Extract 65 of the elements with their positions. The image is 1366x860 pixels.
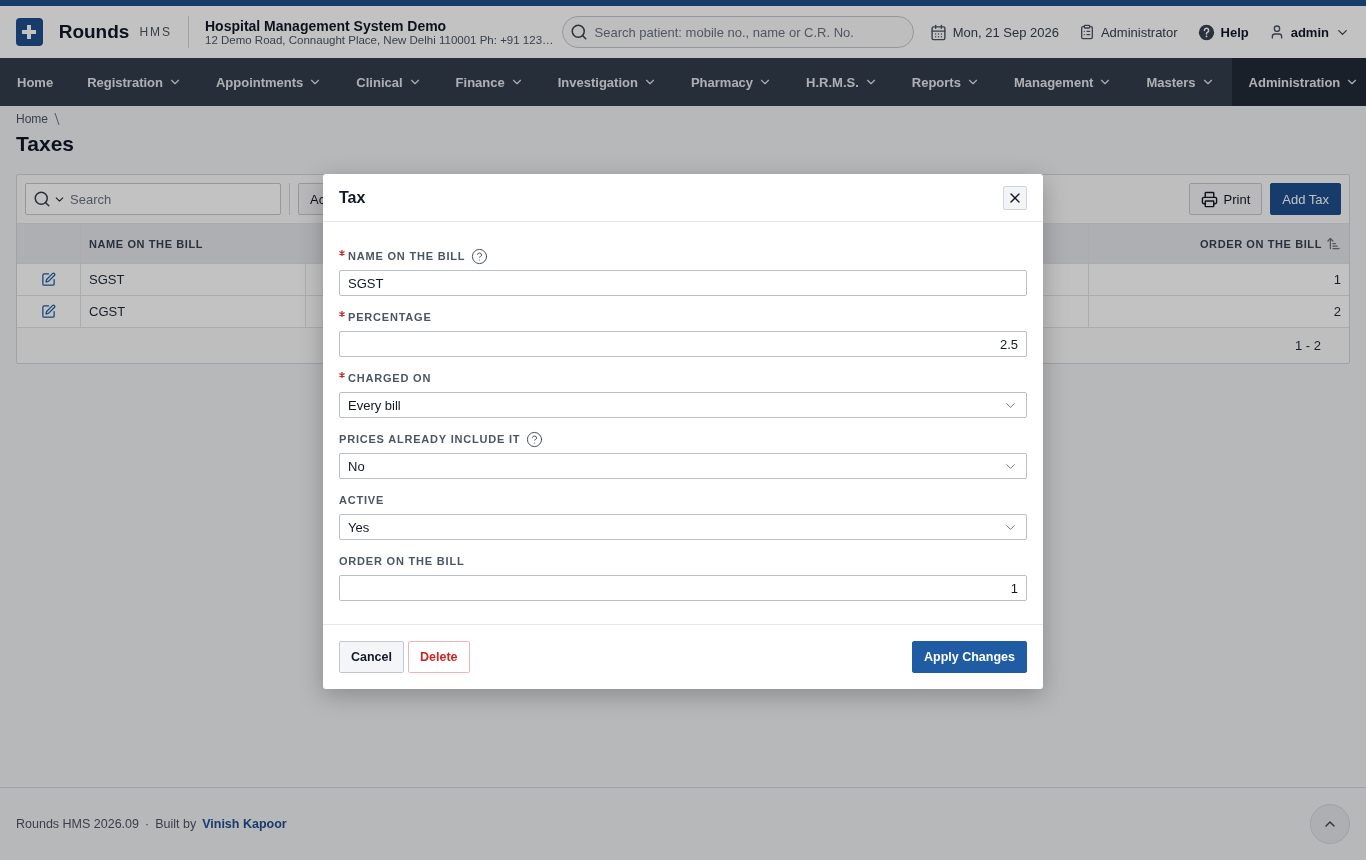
add-tax-button[interactable]: Add Tax bbox=[1270, 183, 1341, 215]
nav-menu-item[interactable]: Appointments bbox=[198, 58, 340, 106]
brand-name: Rounds bbox=[58, 21, 130, 43]
help-link[interactable]: Help bbox=[1220, 24, 1249, 40]
input-field[interactable]: SGST bbox=[339, 270, 1027, 296]
nav-menu-item[interactable]: Home bbox=[0, 58, 71, 106]
select-field[interactable]: No bbox=[339, 453, 1027, 479]
input-field[interactable]: 2.5 bbox=[339, 331, 1027, 357]
help-icon[interactable] bbox=[1197, 23, 1215, 41]
user-menu[interactable]: admin bbox=[1290, 24, 1329, 40]
separator-dot: · bbox=[145, 817, 150, 831]
nav-menu-item[interactable]: Clinical bbox=[339, 58, 439, 106]
select-field[interactable]: Yes bbox=[339, 514, 1027, 540]
breadcrumb-link[interactable]: Home bbox=[16, 112, 48, 126]
help-icon[interactable] bbox=[526, 430, 544, 448]
user-role: Administrator bbox=[1100, 24, 1178, 40]
nav-menu-item[interactable]: Registration bbox=[70, 58, 199, 106]
brand-suffix: HMS bbox=[139, 25, 173, 39]
search-icon bbox=[569, 23, 588, 41]
nav-menu-item[interactable]: Masters bbox=[1129, 58, 1232, 106]
field-label: NAME ON THE BILL bbox=[348, 250, 466, 262]
printer-icon bbox=[1200, 190, 1218, 208]
input-field[interactable]: 1 bbox=[339, 575, 1027, 601]
delete-button[interactable]: Delete bbox=[408, 641, 470, 673]
table-cell-text: 2 bbox=[1332, 303, 1342, 321]
select-field[interactable]: Every bill bbox=[339, 392, 1027, 418]
apply-changes-button[interactable]: Apply Changes bbox=[912, 641, 1027, 673]
pagination-range: 1 - 2 bbox=[1295, 338, 1321, 353]
edit-icon[interactable] bbox=[41, 304, 56, 319]
logo-icon bbox=[16, 18, 43, 46]
nav-menu-item[interactable]: Investigation bbox=[540, 58, 674, 106]
nav-menu-item[interactable]: H.R.M.S. bbox=[789, 58, 895, 106]
breadcrumb-separator-icon bbox=[54, 112, 60, 126]
table-cell-text: 1 bbox=[1332, 271, 1342, 289]
organization-name: Hospital Management System Demo bbox=[205, 18, 448, 34]
sort-ascending-icon bbox=[1326, 236, 1341, 251]
nav-menu-item[interactable]: Administration bbox=[1231, 58, 1366, 106]
page-title: Taxes bbox=[16, 132, 75, 156]
edit-icon[interactable] bbox=[41, 272, 56, 287]
table-cell: CGST bbox=[81, 296, 306, 327]
column-header[interactable]: ORDER ON THE BILL bbox=[1089, 224, 1349, 263]
field-label: PERCENTAGE bbox=[348, 311, 432, 323]
organization-address: 12 Demo Road, Connaught Place, New Delhi 110001 Ph: +91 123… bbox=[205, 34, 554, 46]
table-search-field[interactable]: Search bbox=[25, 183, 281, 215]
patient-search-field[interactable]: Search patient: mobile no., name or C.R. No. bbox=[561, 16, 914, 48]
nav-menu-item[interactable]: Pharmacy bbox=[673, 58, 790, 106]
nav-menu-item[interactable]: Management bbox=[996, 58, 1130, 106]
help-icon[interactable] bbox=[471, 247, 489, 265]
print-button[interactable]: Print bbox=[1188, 183, 1263, 215]
calendar-icon bbox=[929, 23, 947, 41]
nav-menu-item[interactable]: Reports bbox=[894, 58, 997, 106]
built-by-text: Built by bbox=[155, 817, 197, 831]
author-link[interactable]: Vinish Kapoor bbox=[202, 817, 287, 831]
nav-menu-item[interactable]: Finance bbox=[438, 58, 541, 106]
field-label: ACTIVE bbox=[339, 494, 385, 506]
clipboard-icon bbox=[1078, 24, 1095, 40]
field-label: PRICES ALREADY INCLUDE IT bbox=[339, 433, 521, 445]
field-label: ORDER ON THE BILL bbox=[339, 555, 465, 567]
dialog-title: Tax bbox=[339, 188, 366, 207]
search-icon bbox=[33, 190, 51, 208]
field-label: CHARGED ON bbox=[348, 372, 432, 384]
current-date: Mon, 21 Sep 2026 bbox=[952, 24, 1059, 40]
version-text: Rounds HMS 2026.09 bbox=[16, 817, 139, 831]
cancel-button[interactable]: Cancel bbox=[339, 641, 404, 673]
close-button[interactable] bbox=[1003, 185, 1027, 210]
